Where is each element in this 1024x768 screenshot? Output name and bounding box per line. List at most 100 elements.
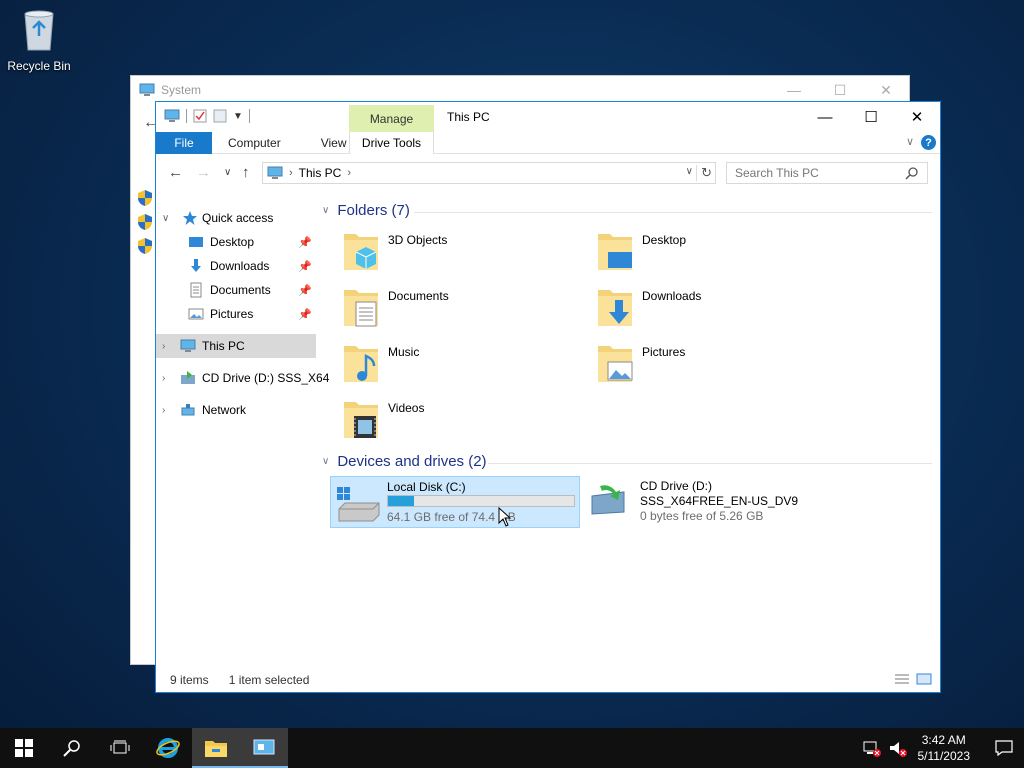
drive-local-disk-c[interactable]: Local Disk (C:) 64.1 GB free of 74.4 GB xyxy=(330,476,580,528)
folder-music[interactable]: Music xyxy=(330,338,580,388)
folder-name: Videos xyxy=(388,401,425,415)
maximize-button[interactable]: ☐ xyxy=(848,102,894,132)
folder-pictures[interactable]: Pictures xyxy=(584,338,834,388)
search-input[interactable]: Search This PC xyxy=(726,162,928,184)
address-bar[interactable]: › This PC › ∨ ↻ xyxy=(262,162,716,184)
tab-drive-tools[interactable]: Drive Tools xyxy=(349,132,434,154)
folder-desktop[interactable]: Desktop xyxy=(584,226,834,276)
new-folder-icon[interactable] xyxy=(213,109,227,123)
folder-videos[interactable]: Videos xyxy=(330,394,580,444)
sidebar-item-network[interactable]: › Network xyxy=(156,398,316,422)
system-taskbar-button[interactable] xyxy=(240,728,288,768)
recycle-bin-label: Recycle Bin xyxy=(7,59,71,73)
sidebar-item-desktop[interactable]: Desktop 📌 xyxy=(156,230,316,254)
refresh-icon[interactable]: ↻ xyxy=(696,165,712,181)
breadcrumb-separator-icon[interactable]: › xyxy=(289,167,293,179)
drive-name: CD Drive (D:) xyxy=(640,479,712,493)
sidebar-item-label: Network xyxy=(202,403,247,417)
qat-dropdown-icon[interactable]: ▼ xyxy=(233,111,243,122)
pin-icon[interactable]: 📌 xyxy=(298,236,312,249)
sidebar-item-this-pc[interactable]: › This PC xyxy=(156,334,316,358)
sidebar-item-cd-drive[interactable]: › CD Drive (D:) SSS_X64 xyxy=(156,366,329,390)
music-folder-icon xyxy=(344,346,378,382)
taskbar: 3:42 AM 5/11/2023 xyxy=(0,728,1024,768)
shield-icon xyxy=(138,238,152,254)
folder-downloads[interactable]: Downloads xyxy=(584,282,834,332)
sidebar-item-label: Quick access xyxy=(202,211,274,225)
tab-file[interactable]: File xyxy=(156,131,212,154)
hard-drive-icon xyxy=(337,487,380,522)
drive-free-space: 0 bytes free of 5.26 GB xyxy=(640,509,764,523)
pin-icon[interactable]: 📌 xyxy=(298,284,312,297)
pin-icon[interactable]: 📌 xyxy=(298,260,312,273)
file-explorer-taskbar-button[interactable] xyxy=(192,728,240,768)
drive-name: Local Disk (C:) xyxy=(387,480,466,494)
pin-icon[interactable]: 📌 xyxy=(298,308,312,321)
search-taskbar-button[interactable] xyxy=(48,728,96,768)
tab-computer[interactable]: Computer xyxy=(214,136,295,150)
internet-explorer-button[interactable] xyxy=(144,728,192,768)
sidebar-item-downloads[interactable]: Downloads 📌 xyxy=(156,254,316,278)
system-minimize-button[interactable]: — xyxy=(771,76,817,104)
folder-name: 3D Objects xyxy=(388,233,448,247)
documents-folder-icon xyxy=(344,290,378,327)
chevron-down-icon[interactable]: ∨ xyxy=(162,213,169,224)
folder-3d-objects[interactable]: 3D Objects xyxy=(330,226,580,276)
help-icon[interactable]: ? xyxy=(921,135,936,150)
folder-name: Desktop xyxy=(642,233,687,247)
breadcrumb-this-pc[interactable]: This PC xyxy=(299,166,342,180)
recycle-bin[interactable]: Recycle Bin xyxy=(4,6,74,73)
close-button[interactable]: ✕ xyxy=(894,102,940,132)
forward-button[interactable]: → xyxy=(196,164,211,181)
network-icon xyxy=(181,404,195,416)
action-center-button[interactable] xyxy=(984,740,1024,756)
downloads-folder-icon xyxy=(598,290,632,326)
system-maximize-button[interactable]: ☐ xyxy=(817,76,863,104)
shield-icon xyxy=(138,214,152,230)
sidebar-item-pictures[interactable]: Pictures 📌 xyxy=(156,302,316,326)
chevron-right-icon[interactable]: › xyxy=(162,373,165,384)
quick-access-toolbar: ▼ xyxy=(164,109,250,123)
folder-documents[interactable]: Documents xyxy=(330,282,580,332)
address-dropdown-icon[interactable]: ∨ xyxy=(686,166,693,177)
tab-manage[interactable]: Manage xyxy=(349,105,434,133)
sidebar-item-documents[interactable]: Documents 📌 xyxy=(156,278,316,302)
clock-time: 3:42 AM xyxy=(921,733,966,747)
up-button[interactable]: ↑ xyxy=(242,164,250,181)
details-view-icon[interactable] xyxy=(894,673,910,685)
properties-icon[interactable] xyxy=(193,109,207,123)
large-icons-view-icon[interactable] xyxy=(916,673,932,685)
back-button[interactable]: ← xyxy=(168,164,183,181)
sidebar-item-label: Downloads xyxy=(210,259,270,273)
sidebar-item-label: Pictures xyxy=(210,307,254,321)
network-status-icon[interactable] xyxy=(862,739,882,757)
chevron-right-icon[interactable]: › xyxy=(162,341,165,352)
pictures-icon xyxy=(188,308,204,320)
folders-group-header[interactable]: ∨ Folders (7) xyxy=(322,202,410,219)
system-computer-icon xyxy=(139,83,155,96)
search-icon xyxy=(905,167,918,180)
task-view-icon xyxy=(110,740,130,754)
clock[interactable]: 3:42 AM 5/11/2023 xyxy=(918,732,971,764)
sidebar-item-quick-access[interactable]: ∨ Quick access xyxy=(156,206,316,230)
computer-icon xyxy=(164,109,180,122)
mouse-cursor-icon xyxy=(498,507,512,527)
devices-group-header[interactable]: ∨ Devices and drives (2) xyxy=(322,453,487,470)
drive-cd-d[interactable]: CD Drive (D:) SSS_X64FREE_EN-US_DV9 0 by… xyxy=(584,476,884,528)
cd-drive-icon xyxy=(181,371,195,384)
minimize-button[interactable]: — xyxy=(802,102,848,132)
cd-drive-icon xyxy=(591,485,625,515)
recent-locations-icon[interactable]: ∨ xyxy=(224,167,231,178)
task-view-button[interactable] xyxy=(96,728,144,768)
expand-ribbon-icon[interactable]: ∨ xyxy=(906,135,914,148)
drive-usage-bar xyxy=(387,495,575,507)
volume-muted-icon[interactable] xyxy=(888,739,908,757)
chevron-down-icon[interactable]: ∨ xyxy=(322,205,329,216)
drive-volume-label: SSS_X64FREE_EN-US_DV9 xyxy=(640,494,799,508)
breadcrumb-separator-icon[interactable]: › xyxy=(347,167,351,179)
chevron-right-icon[interactable]: › xyxy=(162,405,165,416)
system-close-button[interactable]: ✕ xyxy=(863,76,909,104)
chevron-down-icon[interactable]: ∨ xyxy=(322,456,329,467)
explorer-window[interactable]: ▼ Manage This PC — ☐ ✕ File Computer Vie… xyxy=(155,101,941,693)
start-button[interactable] xyxy=(0,728,48,768)
